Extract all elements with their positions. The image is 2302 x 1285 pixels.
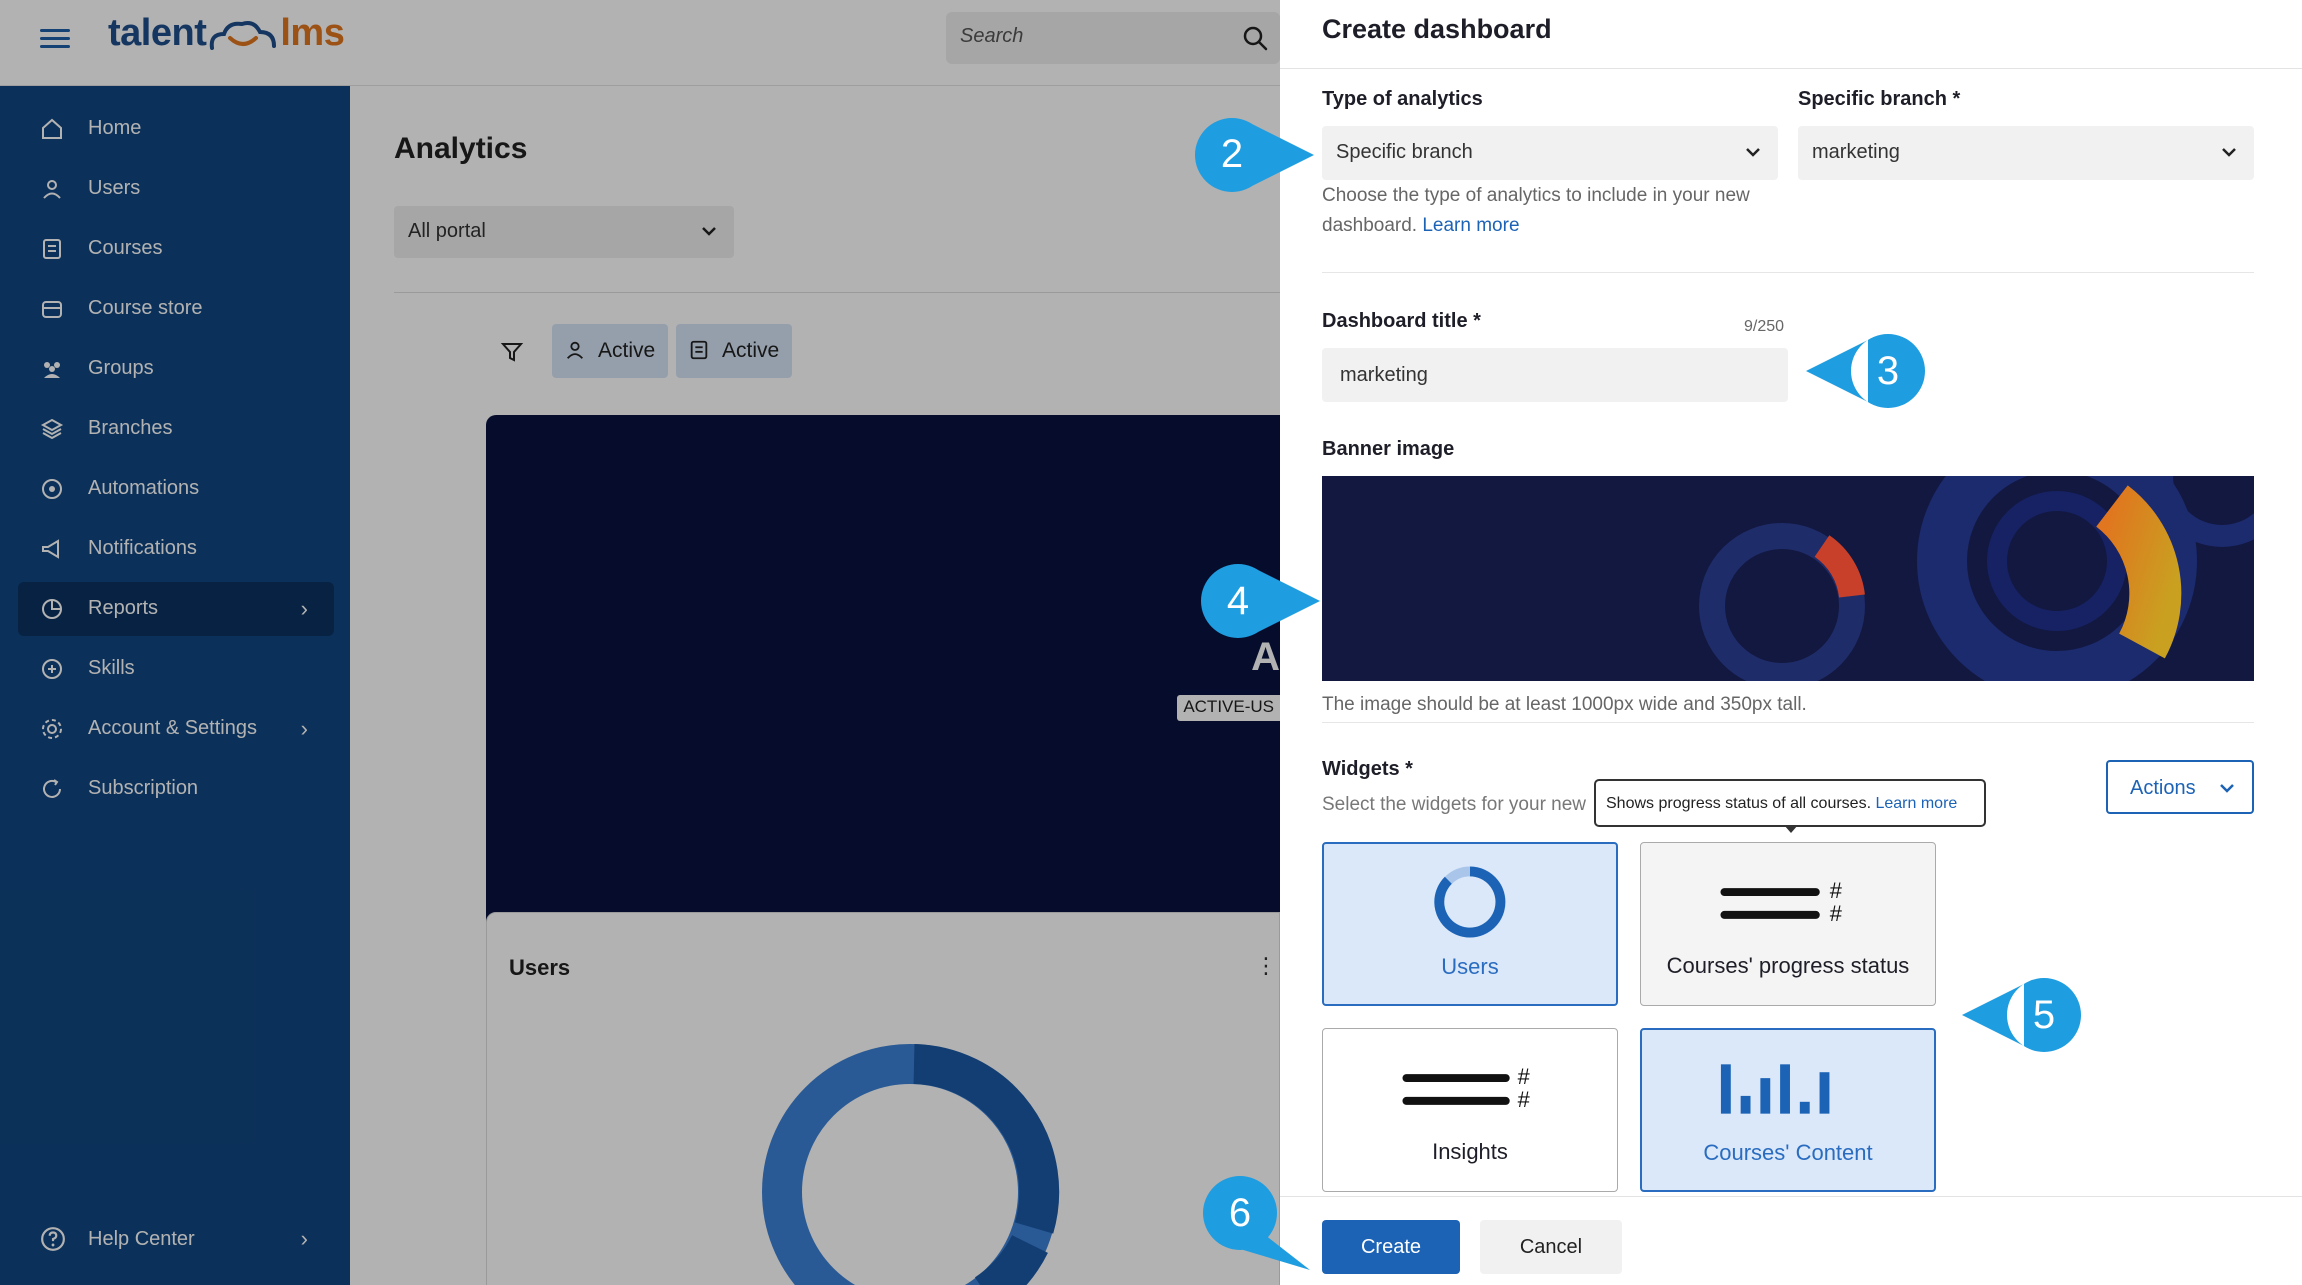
- callout-number: 5: [2033, 993, 2055, 1037]
- divider: [1280, 68, 2302, 69]
- widget-card-insights[interactable]: # # Insights: [1322, 1028, 1618, 1192]
- svg-text:#: #: [1518, 1087, 1531, 1112]
- callout-marker-3: 3: [1806, 328, 1930, 414]
- analytics-help-text: Choose the type of analytics to include …: [1322, 181, 1782, 241]
- svg-text:#: #: [1518, 1064, 1531, 1089]
- banner-image-label: Banner image: [1322, 438, 1455, 460]
- widget-card-courses-progress-status[interactable]: # # Courses' progress status: [1640, 842, 1936, 1006]
- divider: [1322, 722, 2254, 723]
- widget-card-label: Users: [1441, 954, 1499, 979]
- callout-marker-2: 2: [1190, 112, 1314, 198]
- callout-number: 3: [1877, 349, 1899, 393]
- divider: [1322, 272, 2254, 273]
- select-value: Specific branch: [1336, 141, 1473, 163]
- callout-marker-4: 4: [1196, 558, 1320, 644]
- dashboard-title-label: Dashboard title *: [1322, 310, 1481, 332]
- type-of-analytics-label: Type of analytics: [1322, 88, 1483, 110]
- modal-backdrop[interactable]: [0, 0, 1280, 1285]
- tooltip-text: Shows progress status of all courses.: [1606, 795, 1872, 812]
- svg-text:#: #: [1830, 878, 1843, 903]
- widget-card-users[interactable]: Users: [1322, 842, 1618, 1006]
- create-dashboard-drawer: Create dashboard Type of analytics Speci…: [1280, 0, 2302, 1285]
- svg-text:#: #: [1830, 901, 1843, 926]
- widgets-label: Widgets *: [1322, 758, 1413, 780]
- progress-lines-icon: # #: [1720, 878, 1843, 926]
- banner-artwork: [1322, 476, 2254, 681]
- learn-more-link[interactable]: Learn more: [1422, 215, 1519, 236]
- donut-icon: [1434, 866, 1506, 938]
- insights-lines-icon: # #: [1402, 1064, 1531, 1112]
- specific-branch-select[interactable]: marketing: [1798, 126, 2254, 180]
- cancel-button[interactable]: Cancel: [1480, 1220, 1622, 1274]
- callout-marker-6: 6: [1200, 1170, 1320, 1278]
- divider: [1280, 1196, 2302, 1197]
- dashboard-title-input[interactable]: [1322, 348, 1788, 402]
- chevron-down-icon: [1746, 148, 1760, 157]
- widget-card-label: Courses' progress status: [1666, 953, 1910, 978]
- create-button[interactable]: Create: [1322, 1220, 1460, 1274]
- widget-tooltip: Shows progress status of all courses. Le…: [1594, 779, 1986, 833]
- char-counter: 9/250: [1744, 318, 1785, 335]
- widget-card-label: Insights: [1432, 1139, 1508, 1164]
- drawer-title: Create dashboard: [1322, 14, 1552, 44]
- chevron-down-icon: [2220, 784, 2234, 793]
- tooltip-text-wrap: Shows progress status of all courses. Le…: [1606, 795, 1957, 813]
- banner-image-preview[interactable]: [1322, 476, 2254, 681]
- type-of-analytics-select[interactable]: Specific branch: [1322, 126, 1778, 180]
- tooltip-learn-more-link[interactable]: Learn more: [1875, 795, 1957, 812]
- widget-card-label: Courses' Content: [1703, 1140, 1873, 1165]
- specific-branch-label: Specific branch *: [1798, 88, 1961, 110]
- lms-app: talent lms Search Home Users Courses Cour…: [0, 0, 1280, 1285]
- bar-chart-icon: [1720, 1064, 1830, 1114]
- banner-note: The image should be at least 1000px wide…: [1322, 694, 1807, 715]
- tooltip-arrow: [1784, 825, 1798, 833]
- callout-number: 2: [1221, 132, 1243, 176]
- actions-dropdown-button[interactable]: Actions: [2106, 760, 2254, 814]
- help-text: Choose the type of analytics to include …: [1322, 185, 1750, 236]
- callout-number: 4: [1227, 579, 1249, 623]
- select-value: marketing: [1812, 141, 1900, 163]
- callout-marker-5: 5: [1962, 972, 2086, 1058]
- widgets-subtitle: Select the widgets for your new: [1322, 794, 1587, 815]
- actions-label: Actions: [2130, 777, 2196, 799]
- callout-number: 6: [1229, 1191, 1251, 1235]
- widget-card-courses-content[interactable]: Courses' Content: [1640, 1028, 1936, 1192]
- chevron-down-icon: [2222, 148, 2236, 157]
